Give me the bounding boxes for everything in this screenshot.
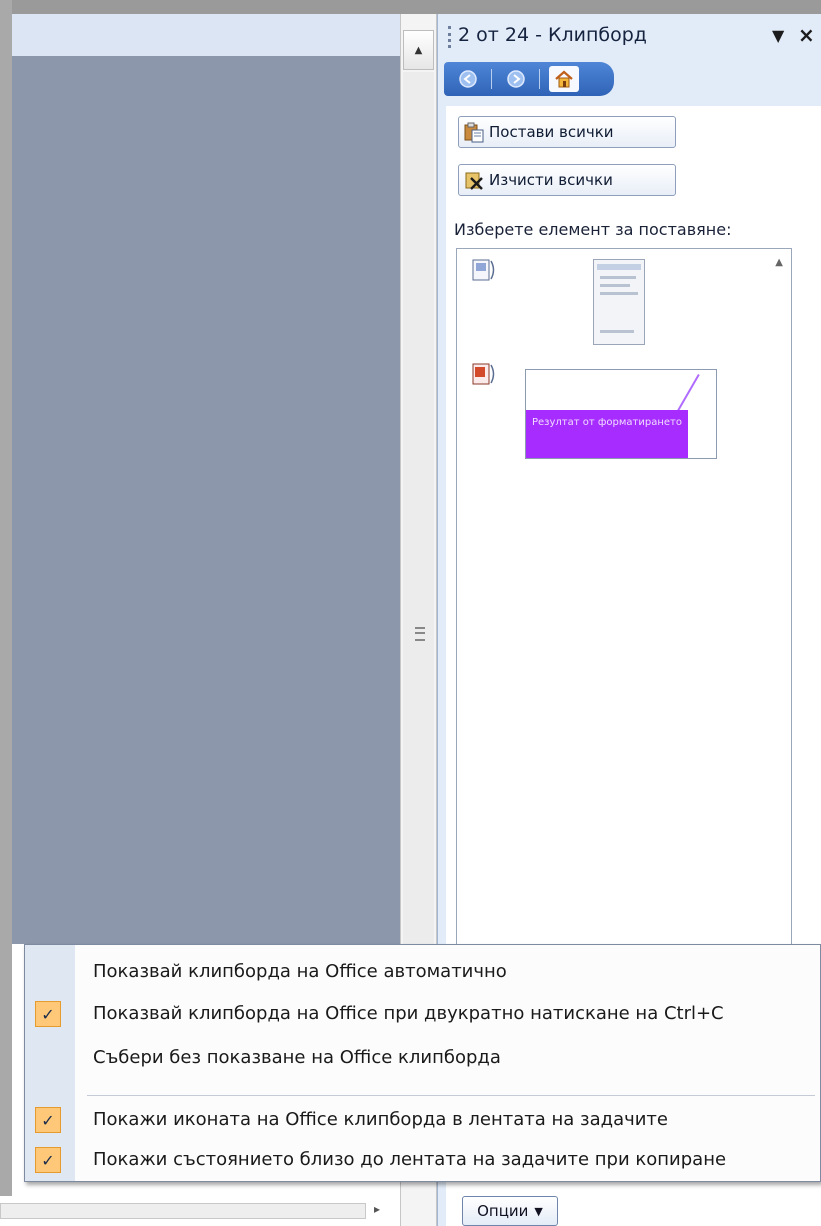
preview-text-box: Резултат от форматирането [526,410,688,458]
horizontal-scrollbar[interactable]: ▸ [0,1196,392,1226]
options-button[interactable]: Опции ▼ [462,1196,558,1226]
chevron-up-icon[interactable]: ▲ [775,257,783,268]
clear-all-label: Изчисти всички [489,171,613,189]
menu-item-collect-without-showing[interactable]: Събери без показване на Office клипборда [25,1037,820,1079]
window-frame-left [0,0,12,1226]
pane-menu-dropdown-icon[interactable]: ▼ [772,26,784,45]
scroll-up-button[interactable]: ▲ [403,30,434,70]
checkmark-icon: ✓ [35,1147,61,1173]
options-label: Опции [477,1202,529,1220]
menu-item-label: Покажи състоянието близо до лентата на з… [93,1149,727,1170]
scroll-right-icon[interactable]: ▸ [374,1202,380,1216]
menu-item-show-taskbar-icon[interactable]: ✓ Покажи иконата на Office клипборда в л… [25,1099,820,1141]
horizontal-scroll-track[interactable] [0,1203,366,1219]
paste-icon [463,121,485,143]
nav-separator [491,69,492,89]
clipboard-items-list[interactable]: ▲ Резултат от форматирането [456,248,792,968]
close-icon[interactable]: × [798,23,815,47]
forward-arrow-icon[interactable] [501,67,531,91]
menu-item-show-automatically[interactable]: Показвай клипборда на Office автоматично [25,951,820,993]
menu-item-label: Покажи иконата на Office клипборда в лен… [93,1109,668,1130]
menu-separator [87,1095,815,1096]
clear-icon [463,169,485,191]
task-pane-title: 2 от 24 - Клипборд [458,24,647,46]
menu-item-label: Събери без показване на Office клипборда [93,1047,501,1068]
paste-all-label: Постави всички [489,123,614,141]
menu-item-show-status-near-taskbar[interactable]: ✓ Покажи състоянието близо до лентата на… [25,1139,820,1181]
drag-grip-icon[interactable] [448,26,454,48]
chevron-up-icon: ▲ [414,44,423,56]
nav-separator [539,69,540,89]
clipboard-item-preview: Резултат от форматирането [525,369,717,459]
document-area [12,56,400,944]
task-pane-nav-bar [444,62,614,96]
back-arrow-icon[interactable] [453,67,483,91]
clipboard-item-icon [469,361,497,389]
document-header-strip [12,14,400,57]
clipboard-item-preview [593,259,645,345]
paste-all-button[interactable]: Постави всички [458,116,676,148]
menu-item-show-on-ctrl-c[interactable]: ✓ Показвай клипборда на Office при двукр… [25,993,820,1035]
scroll-grip-icon [415,627,425,641]
chevron-down-icon: ▼ [534,1204,543,1218]
task-pane-title-bar: 2 от 24 - Клипборд ▼ × [438,14,821,60]
home-icon[interactable] [549,66,579,92]
clear-all-button[interactable]: Изчисти всички [458,164,676,196]
options-menu: Показвай клипборда на Office автоматично… [24,944,821,1182]
choose-item-label: Изберете елемент за поставяне: [454,220,732,239]
vertical-scroll-thumb[interactable] [403,72,434,952]
clipboard-item-icon [469,257,497,285]
menu-item-label: Показвай клипборда на Office при двукрат… [93,1003,724,1024]
window-frame-top [0,0,821,14]
checkmark-icon: ✓ [35,1001,61,1027]
checkmark-icon: ✓ [35,1107,61,1133]
preview-line [676,374,700,414]
menu-item-label: Показвай клипборда на Office автоматично [93,961,507,982]
